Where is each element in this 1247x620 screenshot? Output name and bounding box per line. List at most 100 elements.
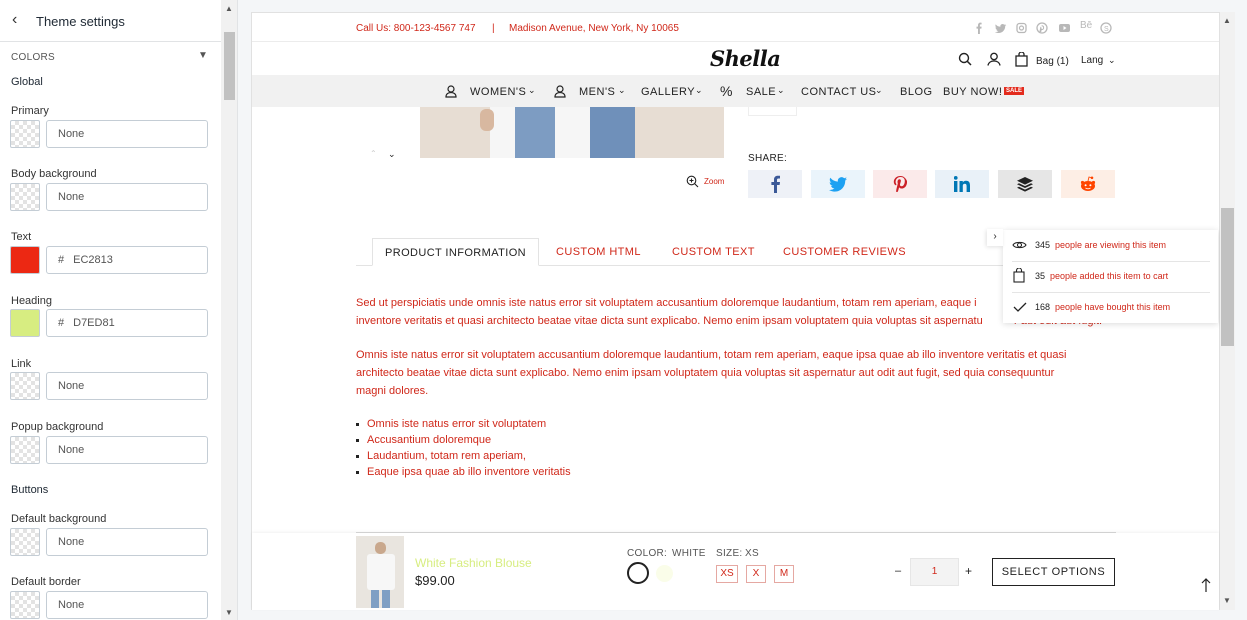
back-arrow-icon[interactable]: ‹ (12, 11, 17, 29)
nav-buy-now[interactable]: BUY NOW! (943, 86, 1002, 98)
list-item: Eaque ipsa quae ab illo inventore verita… (356, 466, 571, 478)
color-label: COLOR: (627, 548, 668, 559)
back-to-top-icon[interactable] (1201, 578, 1211, 592)
scroll-up-icon[interactable]: ▲ (225, 4, 233, 13)
tab-product-information[interactable]: PRODUCT INFORMATION (372, 238, 539, 266)
added-text: people added this item to cart (1050, 271, 1169, 281)
link-color-input[interactable]: None (46, 372, 208, 400)
primary-label: Primary (11, 105, 49, 117)
preview-scroll-up-icon[interactable]: ▲ (1223, 16, 1231, 25)
search-icon[interactable] (958, 52, 972, 66)
thumb-down-arrow-icon[interactable]: ⌄ (388, 149, 396, 160)
popup-divider (1012, 261, 1210, 262)
body-background-input[interactable]: None (46, 183, 208, 211)
share-twitter-button[interactable] (811, 170, 865, 198)
nav-contact-us[interactable]: CONTACT US (801, 86, 877, 98)
default-border-input[interactable]: None (46, 591, 208, 619)
color-swatch-cream[interactable] (656, 565, 673, 582)
size-value: XS (745, 548, 759, 559)
product-image[interactable] (420, 107, 724, 158)
share-buffer-button[interactable] (998, 170, 1052, 198)
caret-down-icon[interactable]: ▼ (198, 50, 208, 61)
color-value: WHITE (672, 548, 706, 559)
pinterest-share-icon (893, 176, 907, 192)
size-option-m[interactable]: M (774, 565, 794, 583)
preview-scroll-down-icon[interactable]: ▼ (1223, 596, 1231, 605)
qty-minus-button[interactable]: – (895, 565, 901, 577)
share-facebook-button[interactable] (748, 170, 802, 198)
bag-icon[interactable] (1015, 52, 1028, 67)
social-icons: S Bē (974, 20, 1114, 35)
default-background-swatch[interactable] (10, 528, 40, 556)
nav-mens[interactable]: MEN'S (579, 86, 615, 98)
eye-icon (1012, 241, 1027, 249)
share-reddit-button[interactable] (1061, 170, 1115, 198)
heading-color-swatch[interactable] (10, 309, 40, 337)
thumb-up-arrow-icon[interactable]: ⌃ (370, 149, 377, 158)
zoom-icon[interactable] (686, 175, 699, 188)
lang-chevron-icon: ⌄ (1108, 55, 1116, 65)
topbar-separator: | (492, 23, 495, 34)
womens-chevron-icon: ⌄ (528, 85, 536, 95)
sidebar-scrollbar-thumb[interactable] (224, 32, 235, 100)
store-logo[interactable]: Shella (710, 46, 781, 71)
popup-background-swatch[interactable] (10, 436, 40, 464)
buffer-share-icon (1017, 176, 1033, 192)
default-background-input[interactable]: None (46, 528, 208, 556)
tab-custom-html[interactable]: CUSTOM HTML (556, 238, 641, 266)
lang-selector[interactable]: Lang (1081, 55, 1103, 66)
heading-color-input[interactable]: # D7ED81 (46, 309, 208, 337)
primary-input[interactable]: None (46, 120, 208, 148)
body-background-label: Body background (11, 168, 97, 180)
text-color-swatch[interactable] (10, 246, 40, 274)
sticky-product-thumbnail[interactable] (356, 536, 404, 608)
nav-womens[interactable]: WOMEN'S (470, 86, 526, 98)
tab-customer-reviews[interactable]: CUSTOMER REVIEWS (783, 238, 906, 266)
sidebar-header: ‹ Theme settings (0, 0, 221, 42)
desc-p2-line2: architecto beatae vitae dicta sunt expli… (356, 367, 1055, 379)
zoom-link[interactable]: Zoom (704, 177, 724, 186)
share-pinterest-button[interactable] (873, 170, 927, 198)
facebook-share-icon (771, 175, 780, 193)
sale-badge: SALE (1004, 87, 1025, 95)
phone-link[interactable]: Call Us: 800-123-4567 747 (356, 23, 476, 34)
desc-p2-line1: Omnis iste natus error sit voluptatem ac… (356, 349, 1067, 361)
link-color-swatch[interactable] (10, 372, 40, 400)
linkedin-share-icon (954, 176, 970, 192)
size-option-xs[interactable]: XS (716, 565, 738, 583)
main-nav-bar (252, 75, 1219, 107)
sticky-product-name[interactable]: White Fashion Blouse (415, 556, 532, 570)
text-color-label: Text (11, 231, 32, 243)
user-icon[interactable] (987, 52, 1001, 66)
link-color-label: Link (11, 358, 32, 370)
popup-divider (1012, 292, 1210, 293)
popup-background-input[interactable]: None (46, 436, 208, 464)
size-option-x[interactable]: X (746, 565, 766, 583)
preview-scrollbar-thumb[interactable] (1221, 208, 1234, 346)
address-text: Madison Avenue, New York, Ny 10065 (509, 23, 679, 34)
desc-p2-line3: magni dolores. (356, 385, 429, 397)
share-linkedin-button[interactable] (935, 170, 989, 198)
nav-gallery[interactable]: GALLERY (641, 86, 695, 98)
quantity-input[interactable]: 1 (910, 558, 959, 586)
qty-plus-button[interactable]: + (965, 564, 972, 578)
nav-sale[interactable]: SALE (746, 86, 776, 98)
select-options-button[interactable]: SELECT OPTIONS (992, 558, 1115, 586)
bag-added-icon (1013, 268, 1025, 283)
viewing-count: 345 (1035, 240, 1051, 250)
reddit-share-icon (1080, 176, 1096, 191)
primary-swatch[interactable] (10, 120, 40, 148)
scroll-down-icon[interactable]: ▼ (225, 608, 233, 617)
bag-link[interactable]: Bag (1) (1036, 56, 1069, 67)
body-background-swatch[interactable] (10, 183, 40, 211)
behance-icon[interactable]: Bē (1080, 20, 1092, 31)
default-border-swatch[interactable] (10, 591, 40, 619)
nav-blog[interactable]: BLOG (900, 86, 933, 98)
text-color-input[interactable]: # EC2813 (46, 246, 208, 274)
sticky-product-price: $99.00 (415, 573, 455, 588)
colors-section-label[interactable]: COLORS (11, 52, 55, 63)
color-swatch-white[interactable] (627, 562, 649, 584)
men-menu-icon (554, 85, 566, 98)
popup-collapse-chevron-icon[interactable]: › (987, 229, 1003, 246)
tab-custom-text[interactable]: CUSTOM TEXT (672, 238, 755, 266)
